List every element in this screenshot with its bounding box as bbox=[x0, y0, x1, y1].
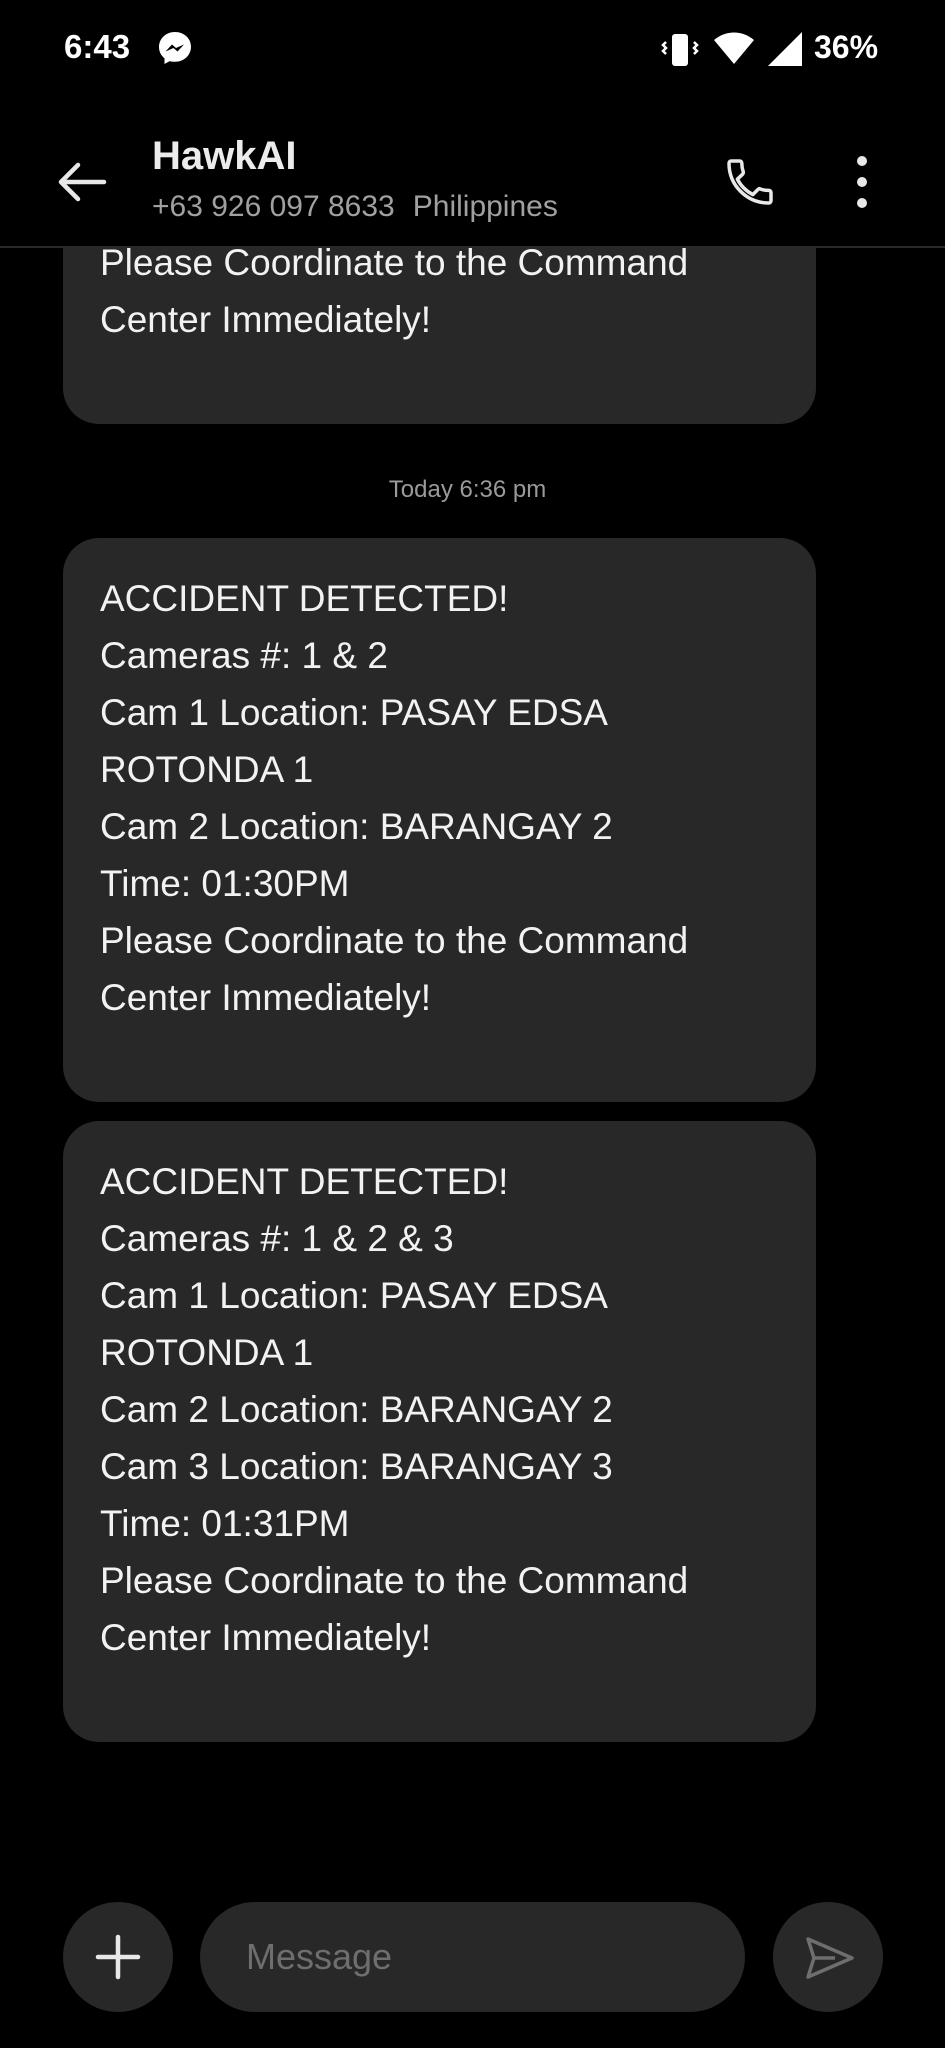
message-list[interactable]: Please Coordinate to the Command Center … bbox=[0, 248, 945, 1858]
signal-icon bbox=[766, 30, 804, 68]
attach-button[interactable] bbox=[63, 1902, 173, 2012]
wifi-icon bbox=[712, 30, 756, 68]
message-line: Cam 2 Location: BARANGAY 2 bbox=[100, 806, 613, 847]
message-line: Center Immediately! bbox=[100, 977, 432, 1018]
message-line: Center Immediately! bbox=[100, 299, 432, 340]
more-vert-icon[interactable] bbox=[842, 152, 882, 212]
conversation-header: HawkAI +63 926 097 8633 Philippines bbox=[0, 100, 945, 248]
vibrate-icon bbox=[660, 30, 700, 70]
message-line: Please Coordinate to the Command bbox=[100, 920, 689, 961]
contact-name: HawkAI bbox=[152, 134, 297, 178]
phone-icon[interactable] bbox=[722, 154, 778, 210]
message-line: Please Coordinate to the Command bbox=[100, 1560, 689, 1601]
contact-country: Philippines bbox=[412, 190, 558, 223]
message-timestamp: Today 6:36 pm bbox=[388, 476, 547, 503]
plus-icon bbox=[95, 1934, 141, 1980]
message-bubble[interactable]: ACCIDENT DETECTED! Cameras #: 1 & 2 Cam … bbox=[63, 538, 816, 1102]
message-bubble[interactable]: ACCIDENT DETECTED! Cameras #: 1 & 2 & 3 … bbox=[63, 1121, 816, 1742]
back-arrow-icon[interactable] bbox=[50, 150, 114, 214]
send-icon bbox=[806, 1937, 854, 1979]
contact-details: +63 926 097 8633 Philippines bbox=[152, 190, 558, 224]
battery-percentage: 36% bbox=[814, 29, 879, 65]
contact-phone: +63 926 097 8633 bbox=[152, 190, 395, 223]
message-bubble-partial[interactable]: Please Coordinate to the Command Center … bbox=[63, 248, 816, 424]
message-line: Time: 01:31PM bbox=[100, 1503, 350, 1544]
messenger-icon bbox=[157, 30, 193, 66]
message-line: Cameras #: 1 & 2 & 3 bbox=[100, 1218, 454, 1259]
message-line: Cam 1 Location: PASAY EDSA bbox=[100, 1275, 608, 1316]
message-line: Cameras #: 1 & 2 bbox=[100, 635, 388, 676]
message-line: Please Coordinate to the Command bbox=[100, 248, 689, 283]
message-line: Time: 01:30PM bbox=[100, 863, 350, 904]
message-line: ROTONDA 1 bbox=[100, 749, 314, 790]
message-line: Center Immediately! bbox=[100, 1617, 432, 1658]
message-line: Cam 2 Location: BARANGAY 2 bbox=[100, 1389, 613, 1430]
message-line: Cam 1 Location: PASAY EDSA bbox=[100, 692, 608, 733]
message-line: ACCIDENT DETECTED! bbox=[100, 578, 509, 619]
message-line: Cam 3 Location: BARANGAY 3 bbox=[100, 1446, 613, 1487]
message-input[interactable] bbox=[200, 1902, 745, 2012]
message-line: ACCIDENT DETECTED! bbox=[100, 1161, 509, 1202]
compose-bar bbox=[0, 1860, 945, 2048]
send-button[interactable] bbox=[773, 1902, 883, 2012]
message-line: ROTONDA 1 bbox=[100, 1332, 314, 1373]
status-time: 6:43 bbox=[64, 28, 131, 65]
status-bar: 6:43 36% bbox=[0, 0, 945, 100]
